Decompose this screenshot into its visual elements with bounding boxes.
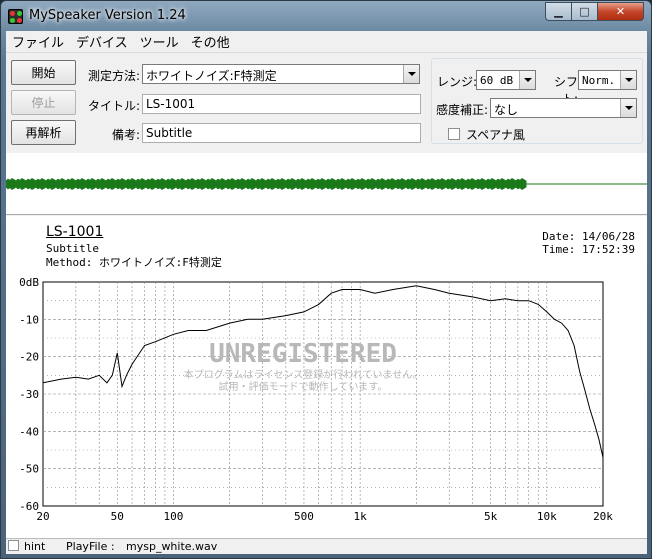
- title-bar: MySpeaker Version 1.24 ▁ □ ✕: [1, 1, 651, 31]
- chevron-down-icon: [519, 71, 535, 89]
- note-input[interactable]: Subtitle: [142, 123, 421, 143]
- x-tick-label: 10k: [537, 510, 557, 523]
- watermark-line1: 本プログラムはライセンス登録が行われていません。: [184, 368, 422, 381]
- menu-bar: ファイル デバイス ツール その他: [6, 31, 647, 53]
- app-window: MySpeaker Version 1.24 ▁ □ ✕ ファイル デバイス ツ…: [0, 0, 652, 559]
- sensitivity-label: 感度補正:: [436, 103, 489, 117]
- frequency-chart: 0dB-10-20-30-40-50-6020 50 100 500 1k 5k 10k 20…: [19, 276, 613, 523]
- spectrum-checkbox[interactable]: [448, 128, 460, 140]
- y-tick-label: -30: [19, 388, 39, 401]
- note-label: 備考:: [111, 128, 140, 142]
- sensitivity-select[interactable]: なし: [490, 98, 637, 118]
- hint-checkbox[interactable]: [8, 540, 19, 551]
- watermark-title: UNREGISTERED: [209, 339, 397, 369]
- y-tick-label: 0dB: [19, 276, 39, 289]
- settings-group: レンジ: 60 dB シフト: Norm. 感度補正: なし スペアナ風: [431, 58, 643, 144]
- close-button[interactable]: ✕: [597, 2, 644, 21]
- sensitivity-value: なし: [494, 103, 519, 117]
- chevron-down-icon: [620, 99, 636, 117]
- title-label: タイトル:: [87, 99, 140, 113]
- menu-tools[interactable]: ツール: [134, 32, 185, 51]
- chevron-down-icon: [620, 71, 636, 89]
- playfile-label: PlayFile :: [66, 540, 115, 553]
- window-title: MySpeaker Version 1.24: [29, 8, 186, 23]
- waveform-svg: [5, 177, 647, 191]
- minimize-button[interactable]: ▁: [545, 2, 572, 21]
- maximize-button[interactable]: □: [571, 2, 598, 21]
- x-tick-label: 1k: [354, 510, 368, 523]
- status-bar: hint PlayFile : mysp_white.wav: [6, 538, 647, 554]
- shift-select[interactable]: Norm.: [578, 70, 637, 90]
- hint-label: hint: [24, 540, 46, 553]
- x-tick-label: 50: [111, 510, 124, 523]
- x-tick-label: 5k: [484, 510, 498, 523]
- chevron-down-icon: [403, 65, 419, 83]
- shift-value: Norm.: [582, 74, 616, 87]
- menu-file[interactable]: ファイル: [6, 32, 70, 51]
- waveform-signal: [5, 177, 527, 191]
- method-select[interactable]: ホワイトノイズ:F特測定: [142, 64, 420, 84]
- x-tick-label: 500: [294, 510, 314, 523]
- stop-button[interactable]: 停止: [11, 90, 76, 115]
- y-tick-label: -40: [19, 425, 39, 438]
- menu-other[interactable]: その他: [185, 32, 236, 51]
- y-tick-label: -10: [19, 313, 39, 326]
- range-label: レンジ:: [436, 75, 477, 89]
- range-value: 60 dB: [480, 74, 514, 87]
- y-tick-label: -50: [19, 463, 39, 476]
- playfile-value: mysp_white.wav: [126, 540, 218, 553]
- title-input[interactable]: LS-1001: [142, 94, 421, 114]
- spectrum-label: スペアナ風: [466, 128, 525, 142]
- method-label: 測定方法:: [87, 69, 140, 83]
- x-tick-label: 20: [36, 510, 49, 523]
- x-tick-label: 20k: [593, 510, 613, 523]
- client-area: ファイル デバイス ツール その他 開始 停止 再解析 測定方法: ホワイトノイ…: [5, 31, 647, 554]
- app-icon: [8, 9, 23, 24]
- menu-device[interactable]: デバイス: [70, 32, 134, 51]
- method-value: ホワイトノイズ:F特測定: [146, 69, 277, 83]
- y-tick-label: -20: [19, 351, 39, 364]
- x-tick-label: 100: [164, 510, 184, 523]
- start-button[interactable]: 開始: [11, 60, 76, 85]
- range-select[interactable]: 60 dB: [476, 70, 536, 90]
- watermark-line2: 試用・評価モードで動作しています。: [219, 380, 388, 393]
- graph-area: LS-1001 Subtitle Method: ホワイトノイズ:F特測定 Da…: [6, 216, 647, 538]
- reanalyze-button[interactable]: 再解析: [11, 120, 76, 145]
- waveform-display: [5, 153, 647, 215]
